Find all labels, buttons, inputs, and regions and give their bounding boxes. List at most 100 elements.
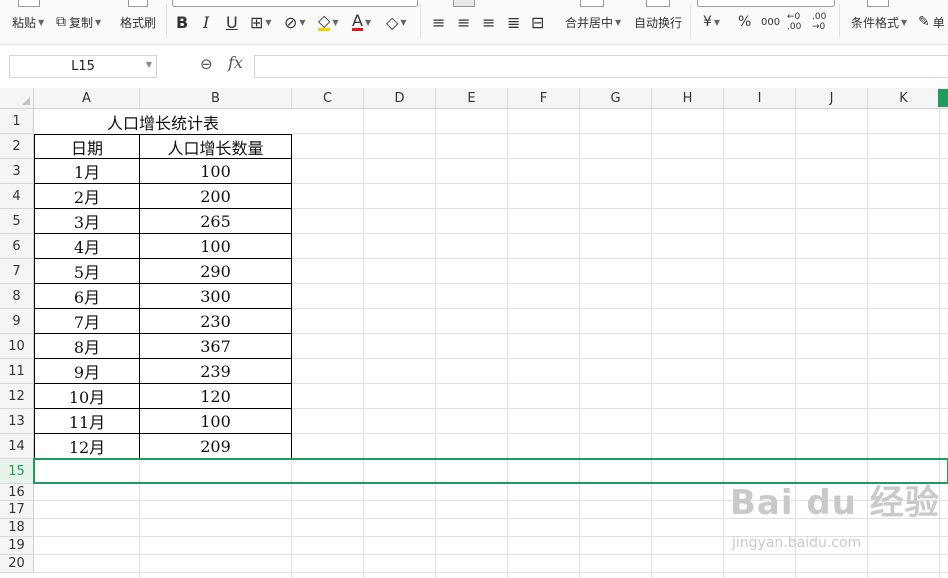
percent-button[interactable]: % <box>738 0 751 44</box>
border-icon: ⊞ <box>250 12 264 32</box>
row-header-20[interactable]: 20 <box>0 555 34 573</box>
formula-input[interactable] <box>254 55 948 78</box>
border-button[interactable]: ⊞ ▼ <box>250 0 272 44</box>
row-header-1[interactable]: 1 <box>0 109 34 134</box>
column-header-d[interactable]: D <box>364 88 436 109</box>
merge-center-button[interactable]: 合并居中 ▼ <box>565 0 621 44</box>
divider <box>166 4 167 38</box>
data-cell-value[interactable]: 100 <box>140 159 292 184</box>
data-cell-date[interactable]: 3月 <box>34 209 140 234</box>
column-header-f[interactable]: F <box>508 88 580 109</box>
fill-style-button[interactable]: ⊘ ▼ <box>284 0 306 44</box>
align-left-button[interactable]: ≡ <box>432 0 445 44</box>
font-color-button[interactable]: A ▼ <box>352 0 371 44</box>
function-icon[interactable]: fx <box>228 53 243 72</box>
thousands-button[interactable]: 000 <box>761 0 780 44</box>
currency-button[interactable]: ¥ ▼ <box>703 0 720 44</box>
data-cell-value[interactable]: 230 <box>140 309 292 334</box>
row-header-11[interactable]: 11 <box>0 359 34 384</box>
data-cell-value[interactable]: 120 <box>140 384 292 409</box>
row-header-4[interactable]: 4 <box>0 184 34 209</box>
paste-button[interactable]: 粘贴 ▼ <box>12 0 44 44</box>
data-cell-date[interactable]: 1月 <box>34 159 140 184</box>
column-header-g[interactable]: G <box>580 88 652 109</box>
divider <box>420 4 421 38</box>
align-center-button[interactable]: ≡ <box>457 0 470 44</box>
justify-button[interactable]: ≣ <box>507 0 520 44</box>
column-l-indicator <box>938 89 948 107</box>
row-header-19[interactable]: 19 <box>0 537 34 555</box>
data-cell-value[interactable]: 290 <box>140 259 292 284</box>
data-cell-date[interactable]: 10月 <box>34 384 140 409</box>
data-cell-date[interactable]: 9月 <box>34 359 140 384</box>
data-cell-date[interactable]: 4月 <box>34 234 140 259</box>
fill-style-icon: ⊘ <box>284 12 298 32</box>
row-header-6[interactable]: 6 <box>0 234 34 259</box>
data-cell-value[interactable]: 100 <box>140 409 292 434</box>
data-cell-value[interactable]: 209 <box>140 434 292 459</box>
data-cell-value[interactable]: 265 <box>140 209 292 234</box>
data-cell-date[interactable]: 5月 <box>34 259 140 284</box>
row-header-14[interactable]: 14 <box>0 434 34 459</box>
column-header-h[interactable]: H <box>652 88 724 109</box>
eraser-icon: ◇ <box>386 12 399 32</box>
data-cell-value[interactable]: 100 <box>140 234 292 259</box>
conditional-format-button[interactable]: 条件格式 ▼ <box>851 0 907 44</box>
row-header-15[interactable]: 15 <box>0 459 34 484</box>
header-cell-date[interactable]: 日期 <box>34 134 140 159</box>
data-cell-date[interactable]: 8月 <box>34 334 140 359</box>
wrap-text-label: 自动换行 <box>634 15 683 30</box>
row-header-8[interactable]: 8 <box>0 284 34 309</box>
column-header-a[interactable]: A <box>34 88 140 109</box>
decrease-decimal-button[interactable]: .00 →0 <box>812 0 832 44</box>
increase-decimal-button[interactable]: ←0 .00 <box>787 0 807 44</box>
select-all-corner[interactable] <box>0 88 34 109</box>
clear-format-button[interactable]: ◇ ▼ <box>386 0 406 44</box>
column-header-c[interactable]: C <box>292 88 364 109</box>
row-header-16[interactable]: 16 <box>0 484 34 501</box>
row-header-18[interactable]: 18 <box>0 519 34 537</box>
header-cell-growth[interactable]: 人口增长数量 <box>140 134 292 159</box>
format-painter-button[interactable]: 格式刷 <box>120 0 156 44</box>
underline-button[interactable]: U <box>226 0 238 44</box>
data-cell-date[interactable]: 6月 <box>34 284 140 309</box>
data-cell-date[interactable]: 2月 <box>34 184 140 209</box>
row-header-10[interactable]: 10 <box>0 334 34 359</box>
wrap-text-button[interactable]: 自动换行 <box>634 0 682 44</box>
italic-button[interactable]: I <box>203 0 209 44</box>
zoom-icon[interactable]: ⊖ <box>200 55 213 73</box>
data-cell-date[interactable]: 12月 <box>34 434 140 459</box>
sheet-title-cell[interactable]: 人口增长统计表 <box>34 109 292 134</box>
baidu-watermark: Bai du 经验 jingyan.baidu.com <box>730 475 940 551</box>
data-cell-value[interactable]: 239 <box>140 359 292 384</box>
distributed-icon: ⊟ <box>531 12 545 32</box>
row-header-9[interactable]: 9 <box>0 309 34 334</box>
copy-button[interactable]: ⧉ 复制 ▼ <box>56 0 101 44</box>
copy-label: 复制 <box>69 15 94 30</box>
cell-style-button[interactable]: ✎ 单 <box>918 0 945 44</box>
column-header-i[interactable]: I <box>724 88 796 109</box>
fill-color-button[interactable]: ◇ ▼ <box>318 0 338 44</box>
row-header-3[interactable]: 3 <box>0 159 34 184</box>
row-header-12[interactable]: 12 <box>0 384 34 409</box>
chevron-down-icon[interactable]: ▼ <box>146 60 152 69</box>
row-header-13[interactable]: 13 <box>0 409 34 434</box>
name-box[interactable]: L15 ▼ <box>9 55 157 78</box>
distributed-button[interactable]: ⊟ <box>531 0 544 44</box>
bold-button[interactable]: B <box>176 0 188 44</box>
data-cell-date[interactable]: 11月 <box>34 409 140 434</box>
data-cell-value[interactable]: 200 <box>140 184 292 209</box>
cell-style-label: 单 <box>932 15 945 30</box>
column-header-e[interactable]: E <box>436 88 508 109</box>
row-header-2[interactable]: 2 <box>0 134 34 159</box>
data-cell-value[interactable]: 300 <box>140 284 292 309</box>
row-header-7[interactable]: 7 <box>0 259 34 284</box>
row-header-17[interactable]: 17 <box>0 501 34 519</box>
column-header-b[interactable]: B <box>140 88 292 109</box>
column-header-k[interactable]: K <box>868 88 940 109</box>
row-header-5[interactable]: 5 <box>0 209 34 234</box>
column-header-j[interactable]: J <box>796 88 868 109</box>
data-cell-date[interactable]: 7月 <box>34 309 140 334</box>
align-right-button[interactable]: ≡ <box>482 0 495 44</box>
data-cell-value[interactable]: 367 <box>140 334 292 359</box>
